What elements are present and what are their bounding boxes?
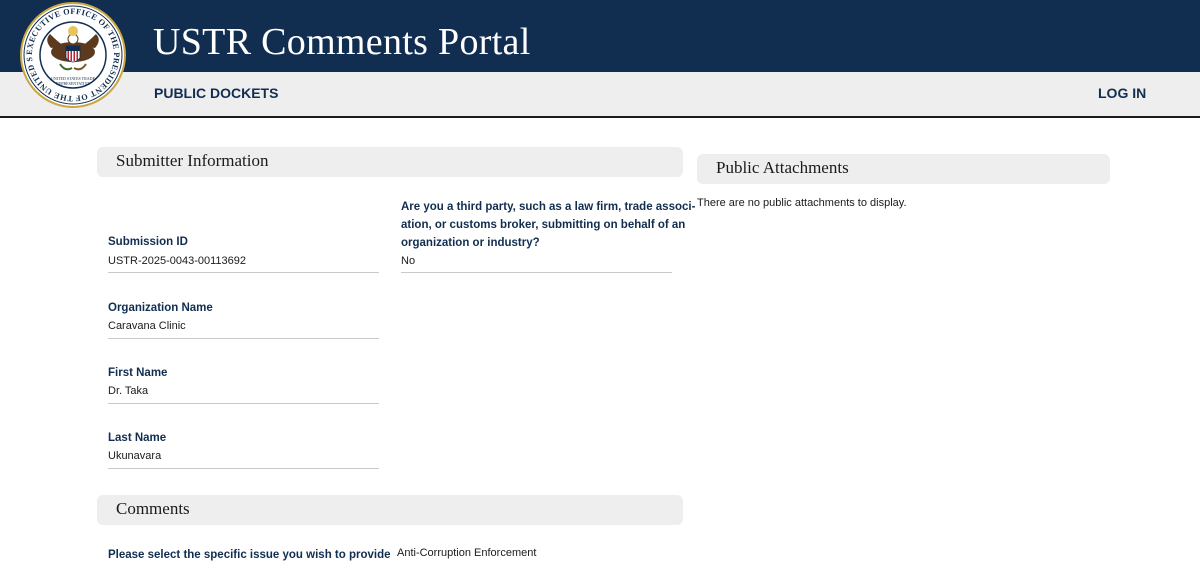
seal-icon[interactable]: EXECUTIVE OFFICE OF THE PRESIDENT OF THE… [20,2,126,108]
last-name-value: Ukunavara [108,450,162,462]
first-name-label: First Name [108,367,168,379]
third-party-label-line-3: organization or industry? [401,237,540,249]
submission-id-label: Submission ID [108,236,188,248]
submitter-info-heading: Submitter Information [97,147,683,177]
field-divider [401,272,672,273]
nav-public-dockets-link[interactable]: PUBLIC DOCKETS [154,85,278,101]
third-party-value: No [401,255,416,267]
nav-bar: PUBLIC DOCKETS LOG IN [0,72,1200,118]
field-divider [108,338,379,339]
third-party-label-line-1: Are you a third party, such as a law fir… [401,201,696,213]
svg-text:REPRESENTATIVE: REPRESENTATIVE [56,81,90,86]
organization-name-label: Organization Name [108,302,213,314]
issue-select-value: Anti-Corruption Enforcement [397,547,537,559]
organization-name-value: Caravana Clinic [108,320,186,332]
nav-login-link[interactable]: LOG IN [1098,85,1146,101]
submission-id-value: USTR-2025-0043-00113692 [108,255,246,267]
issue-select-label: Please select the specific issue you wis… [108,549,391,561]
field-divider [108,272,379,273]
comments-heading: Comments [97,495,683,525]
field-divider [108,468,379,469]
no-attachments-message: There are no public attachments to displ… [697,197,907,209]
public-attachments-heading: Public Attachments [697,154,1110,184]
first-name-value: Dr. Taka [108,385,149,397]
field-divider [108,403,379,404]
third-party-label-line-2: ation, or customs broker, submitting on … [401,219,686,231]
last-name-label: Last Name [108,432,167,444]
site-title[interactable]: USTR Comments Portal [153,18,531,66]
